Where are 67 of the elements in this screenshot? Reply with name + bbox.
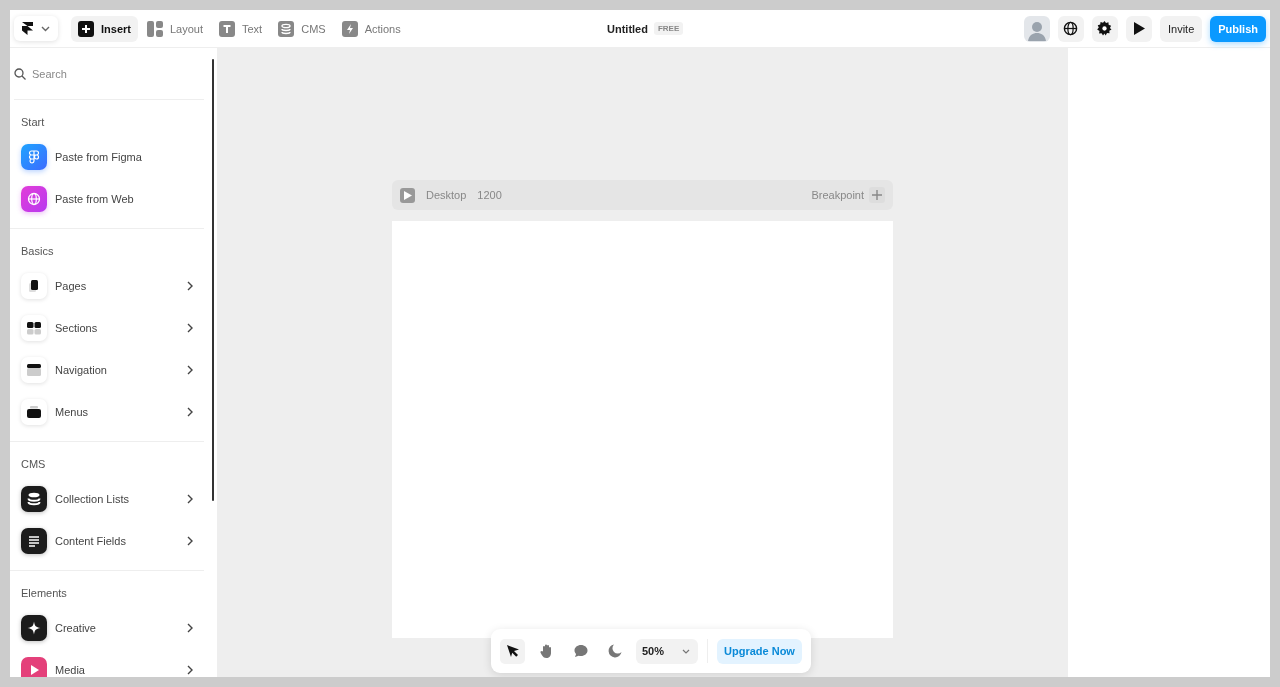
text-icon — [219, 20, 235, 37]
play-icon — [1132, 22, 1145, 35]
toolbar-tab[interactable]: Layout — [139, 15, 210, 42]
avatar-icon[interactable] — [1023, 15, 1050, 42]
comment-icon — [572, 643, 589, 659]
section-heading: CMS — [21, 457, 47, 472]
insert-item[interactable]: Creative — [21, 607, 204, 649]
figma-logo-icon — [21, 144, 47, 170]
cursor-tool-button[interactable] — [500, 638, 525, 664]
section-heading: Basics — [21, 244, 55, 259]
insert-item[interactable]: Paste from Web — [21, 178, 204, 220]
insert-item[interactable]: Paste from Figma — [21, 136, 204, 178]
pages-icon — [21, 273, 47, 299]
insert-item[interactable]: Collection Lists — [21, 478, 204, 520]
sparkle-icon — [21, 615, 47, 641]
chevron-icon — [187, 281, 193, 291]
cursor-icon — [504, 643, 521, 659]
section-heading: Elements — [21, 586, 68, 601]
globe-button[interactable] — [1057, 15, 1084, 42]
search-field[interactable]: Search — [32, 65, 182, 82]
insert-item[interactable]: Pages — [21, 265, 204, 307]
chevron-icon — [187, 365, 193, 375]
lightning-icon — [341, 20, 358, 37]
insert-item[interactable]: Content Fields — [21, 520, 204, 562]
insert-item[interactable]: Media — [21, 649, 204, 677]
section-heading: Start — [21, 115, 46, 130]
document-title: Untitled — [607, 22, 648, 35]
plus-icon — [78, 20, 94, 37]
chevron-icon — [187, 536, 193, 546]
caret-icon — [41, 25, 50, 32]
breakpoint-label: Breakpoint — [811, 189, 864, 201]
chevron-icon — [187, 623, 193, 633]
toolbar-tab[interactable]: Actions — [334, 15, 408, 42]
preview-button[interactable] — [1125, 15, 1152, 42]
chevron-icon — [187, 407, 193, 417]
zoom-dropdown[interactable]: 50% — [636, 638, 699, 664]
layout-icon — [146, 20, 163, 37]
insert-item[interactable]: Menus — [21, 391, 204, 433]
chevron-icon — [187, 323, 193, 333]
menu-card-icon — [21, 399, 47, 425]
text-lines-icon — [21, 528, 47, 554]
width-label: 1200 — [477, 189, 502, 201]
navbar-icon — [21, 357, 47, 383]
globe-icon — [1063, 21, 1079, 36]
plan-badge: FREE — [653, 22, 684, 35]
plus-icon — [872, 190, 882, 200]
settings-button[interactable] — [1091, 15, 1118, 42]
database-icon — [278, 20, 295, 37]
caret-icon — [682, 648, 691, 654]
chevron-icon — [187, 665, 193, 675]
invite-button[interactable]: Invite — [1159, 15, 1203, 42]
insert-item[interactable]: Navigation — [21, 349, 204, 391]
moon-icon — [606, 643, 623, 659]
logo-icon — [22, 22, 33, 35]
preview-icon[interactable] — [400, 187, 415, 203]
device-label: Desktop — [426, 189, 467, 201]
database-icon — [21, 486, 47, 512]
chevron-icon — [187, 494, 193, 504]
grid-icon — [21, 315, 47, 341]
search-icon — [14, 67, 26, 80]
settings-icon — [1097, 21, 1113, 36]
insert-item[interactable]: Sections — [21, 307, 204, 349]
toolbar-tab[interactable]: Text — [212, 15, 270, 42]
toolbar-tab[interactable]: CMS — [271, 15, 333, 42]
logo-menu-button[interactable] — [14, 16, 58, 41]
toolbar-tab[interactable]: Insert — [71, 15, 138, 42]
globe-icon — [21, 186, 47, 212]
